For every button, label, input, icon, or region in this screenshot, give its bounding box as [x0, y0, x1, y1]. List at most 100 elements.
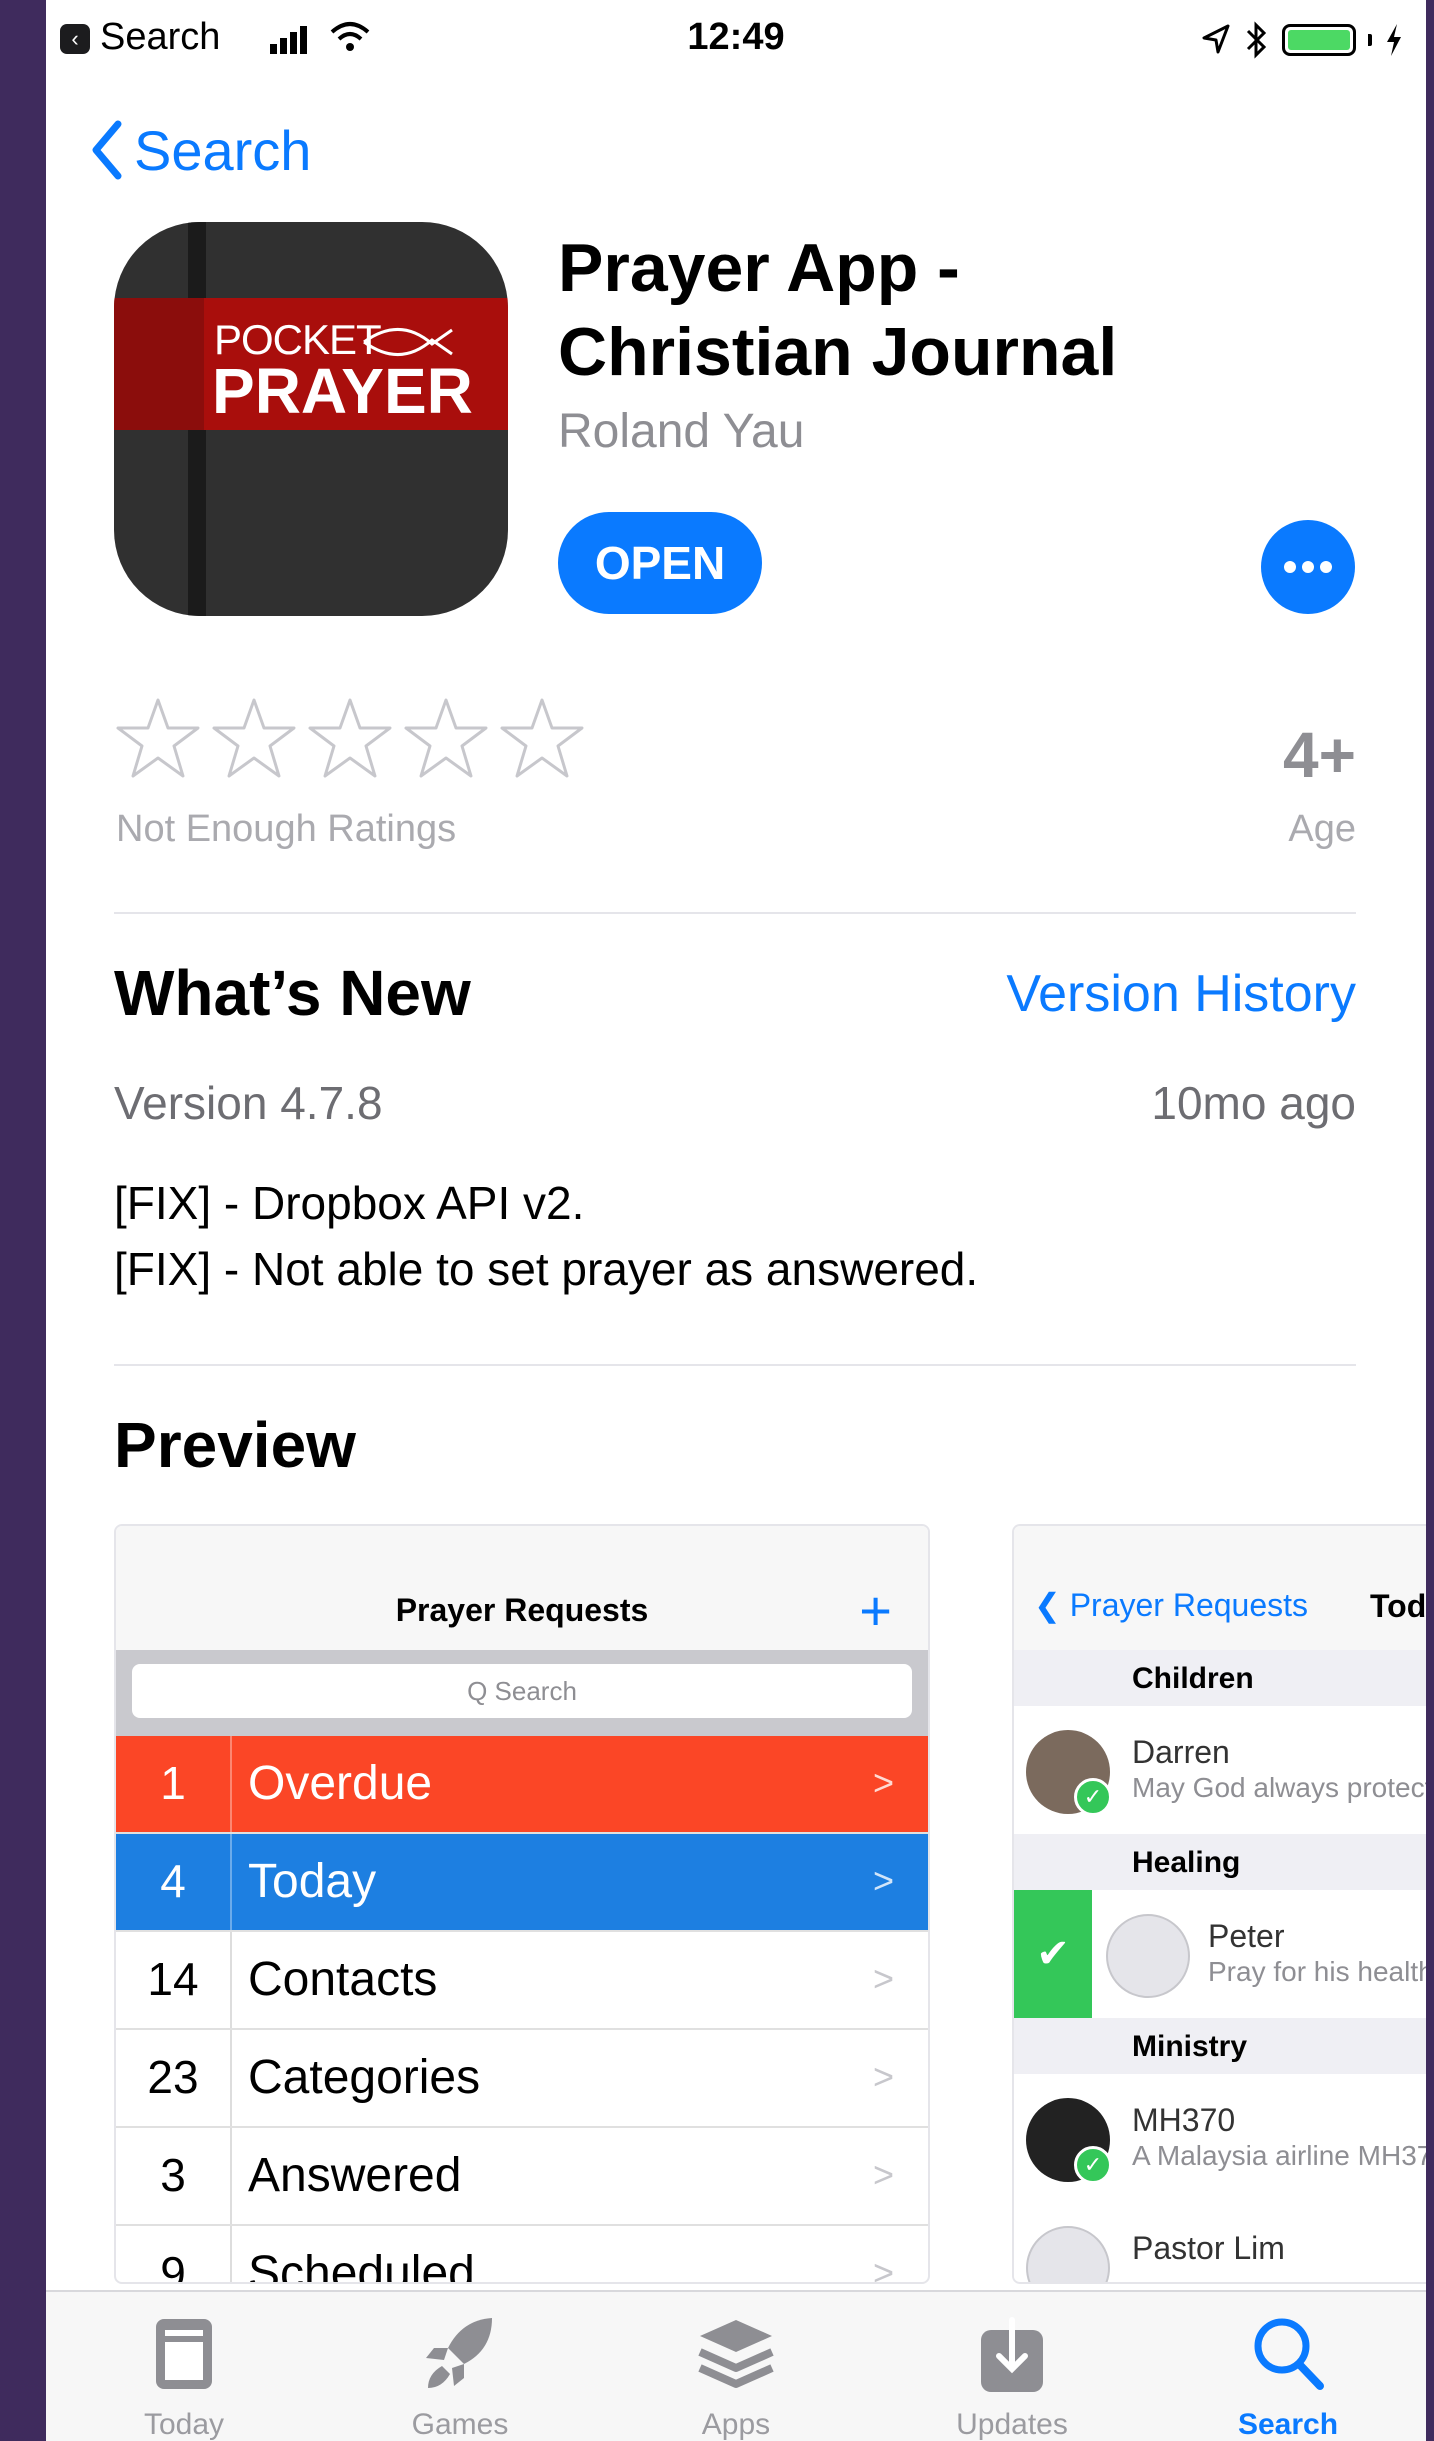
- shot1-nav: Prayer Requests +: [116, 1526, 928, 1651]
- row-label: Answered: [248, 2149, 462, 2202]
- item-name: Peter: [1208, 1918, 1285, 1954]
- layers-icon: [698, 2320, 774, 2388]
- preview-title: Preview: [114, 1409, 356, 1481]
- app-icon-word-bottom: PRAYER: [212, 355, 473, 427]
- item-name: Pastor Lim: [1132, 2230, 1285, 2266]
- age-rating-label: Age: [1288, 808, 1356, 850]
- whats-new-title: What’s New: [114, 957, 471, 1029]
- ellipsis-icon: [1261, 560, 1355, 578]
- section-header: Healing: [1014, 1834, 1426, 1890]
- tab-games[interactable]: Games: [322, 2292, 598, 2441]
- tab-label: Apps: [701, 2408, 771, 2441]
- chevron-right-icon: >: [872, 2252, 894, 2284]
- shot2-title: Today: [1370, 1588, 1426, 1624]
- section-header: Ministry: [1014, 2018, 1426, 2074]
- star-outline-icon: [500, 698, 584, 778]
- list-item: ✓ MH370 A Malaysia airline MH370: [1014, 2074, 1426, 2203]
- rating-stars: [114, 694, 586, 782]
- ratings-label: Not Enough Ratings: [116, 808, 457, 850]
- star-outline-icon: [116, 698, 200, 778]
- row-label: Overdue: [248, 1757, 433, 1810]
- list-item: 4 Today >: [116, 1834, 928, 1932]
- row-label: Today: [248, 1855, 377, 1908]
- list-item: 23 Categories >: [116, 2030, 928, 2128]
- release-note-line: [FIX] - Not able to set prayer as answer…: [114, 1243, 979, 1295]
- tab-bar: Today Games Apps Updates Search: [46, 2290, 1426, 2441]
- tab-apps[interactable]: Apps: [598, 2292, 874, 2441]
- tab-label: Games: [411, 2408, 509, 2441]
- row-count: 23: [147, 2051, 199, 2103]
- section-header: Children: [1014, 1650, 1426, 1706]
- back-button-label: Search: [134, 118, 312, 182]
- download-icon: [981, 2317, 1043, 2392]
- section-header-label: Children: [1132, 1662, 1254, 1695]
- star-outline-icon: [212, 698, 296, 778]
- shot1-search-bar: Q Search: [116, 1650, 928, 1736]
- item-name: Darren: [1132, 1734, 1230, 1770]
- row-label: Contacts: [248, 1953, 438, 2006]
- developer-name[interactable]: Roland Yau: [558, 404, 804, 459]
- checkmark-icon: ✓: [1074, 1778, 1112, 1816]
- row-label: Scheduled: [248, 2247, 475, 2284]
- device-frame-left: [0, 0, 46, 2441]
- shot2-back-text: Prayer Requests: [1069, 1587, 1309, 1623]
- battery-tip: [1368, 34, 1372, 46]
- rocket-icon: [426, 2318, 492, 2388]
- app-title-line2: Christian Journal: [558, 314, 1118, 390]
- divider: [114, 912, 1356, 914]
- list-item: 14 Contacts >: [116, 1932, 928, 2030]
- tab-label: Today: [143, 2408, 225, 2441]
- list-item: ✓ Darren May God always protects: [1014, 1706, 1426, 1835]
- section-header-label: Healing: [1132, 1846, 1241, 1879]
- item-subtitle: A Malaysia airline MH370: [1132, 2140, 1426, 2171]
- preview-carousel[interactable]: Prayer Requests + Q Search 1 Overdue > 4…: [114, 1524, 1426, 2284]
- preview-screenshot-1[interactable]: Prayer Requests + Q Search 1 Overdue > 4…: [114, 1524, 930, 2284]
- tab-label: Updates: [956, 2408, 1068, 2441]
- shot2-back-label: ❮ Prayer Requests: [1034, 1587, 1309, 1623]
- avatar-placeholder-icon: [1106, 1914, 1190, 1998]
- search-icon: [1254, 2318, 1324, 2390]
- status-bar: ‹ Search 12:49: [46, 0, 1426, 86]
- tab-today[interactable]: Today: [46, 2292, 322, 2441]
- updated-time: 10mo ago: [1151, 1077, 1356, 1129]
- item-name: MH370: [1132, 2102, 1236, 2138]
- list-item: Pastor Lim: [1014, 2202, 1426, 2282]
- location-icon: [1202, 24, 1230, 54]
- back-button[interactable]: Search: [88, 110, 311, 190]
- star-outline-icon: [308, 698, 392, 778]
- app-icon: POCKET PRAYER: [114, 222, 508, 616]
- tab-search[interactable]: Search: [1150, 2292, 1426, 2441]
- today-icon: [156, 2319, 212, 2389]
- row-count: 14: [147, 1953, 199, 2005]
- release-note-line: [FIX] - Dropbox API v2.: [114, 1177, 585, 1229]
- checkmark-icon: ✓: [1074, 2146, 1112, 2184]
- list-item: 9 Scheduled >: [116, 2226, 928, 2284]
- release-notes: [FIX] - Dropbox API v2. [FIX] - Not able…: [114, 1170, 1354, 1302]
- shot1-search-field: Q Search: [132, 1664, 912, 1718]
- open-button[interactable]: OPEN: [558, 512, 762, 614]
- app-store-screen: ‹ Search 12:49 Search POCKET PRAYER Pray…: [46, 0, 1426, 2441]
- tab-updates[interactable]: Updates: [874, 2292, 1150, 2441]
- chevron-right-icon: >: [872, 2056, 894, 2097]
- age-rating-value: 4+: [1283, 719, 1356, 791]
- avatar-placeholder-icon: [1026, 2226, 1110, 2282]
- row-count: 4: [160, 1855, 186, 1907]
- app-title-line1: Prayer App -: [558, 230, 960, 306]
- chevron-right-icon: >: [872, 2154, 894, 2195]
- chevron-left-icon: [92, 120, 122, 180]
- status-right-icons: [1200, 18, 1404, 62]
- row-count: 9: [160, 2247, 186, 2284]
- shot2-nav: ❮ Prayer Requests Today: [1014, 1526, 1426, 1651]
- charging-icon: [1387, 24, 1401, 56]
- battery-icon: [1282, 24, 1356, 56]
- preview-screenshot-2[interactable]: ❮ Prayer Requests Today Children ✓ Darre…: [1012, 1524, 1426, 2284]
- more-options-button[interactable]: [1261, 520, 1355, 614]
- version-history-link[interactable]: Version History: [1006, 964, 1356, 1024]
- row-label: Categories: [248, 2051, 481, 2104]
- list-item: ✔ Peter Pray for his health.: [1014, 1890, 1426, 2019]
- item-subtitle: Pray for his health.: [1208, 1956, 1426, 1987]
- device-frame-right: [1426, 0, 1434, 2441]
- chevron-right-icon: >: [872, 1860, 894, 1901]
- version-number: Version 4.7.8: [114, 1077, 383, 1129]
- item-subtitle: May God always protects: [1132, 1772, 1426, 1803]
